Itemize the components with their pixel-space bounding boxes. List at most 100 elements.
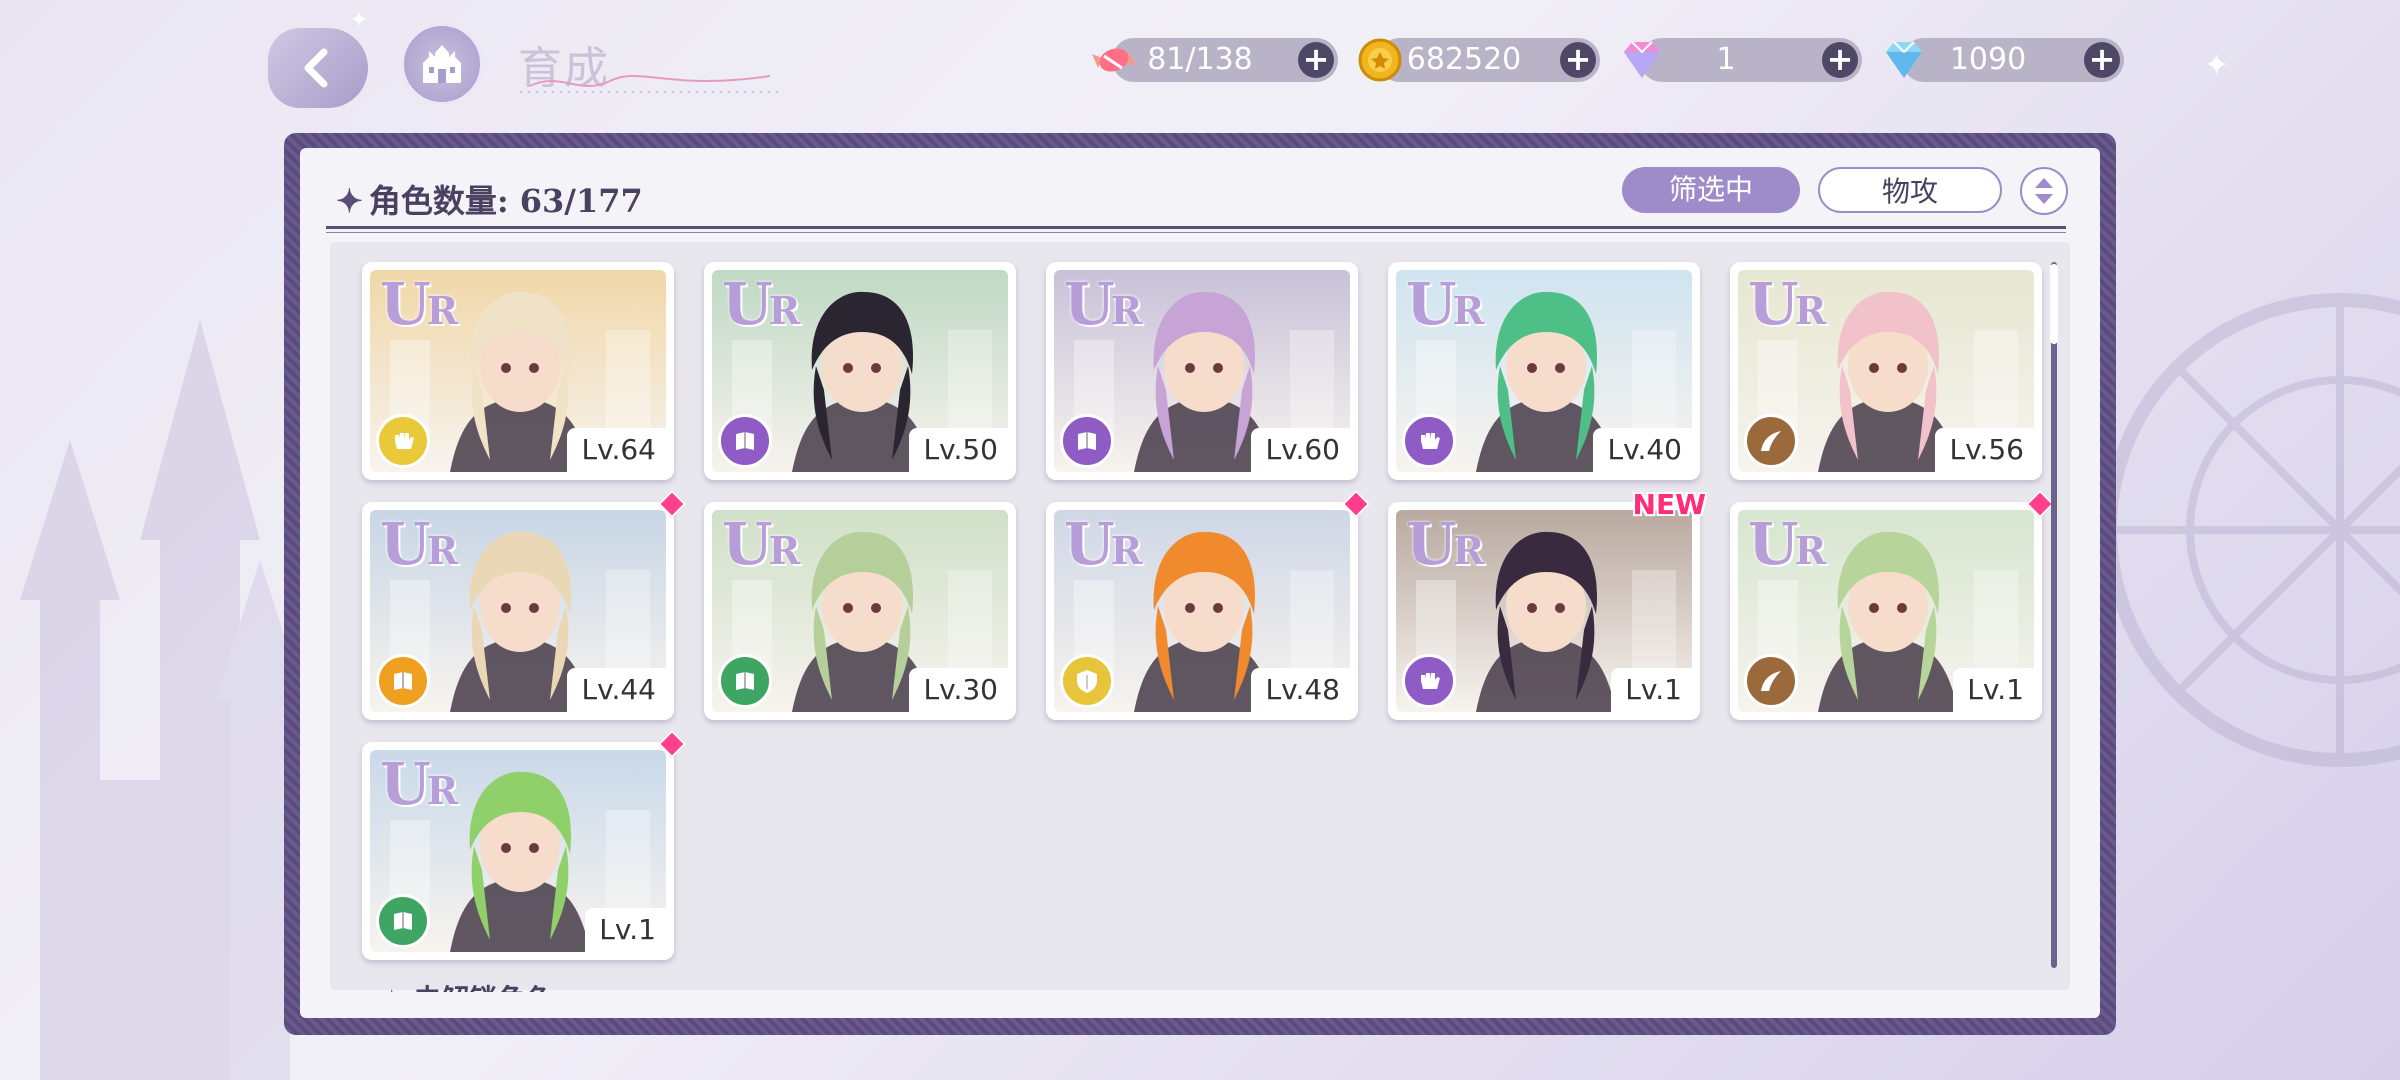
book-icon [736, 672, 754, 690]
add-gold-button[interactable]: + [1560, 42, 1596, 78]
character-level: Lv.1 [585, 908, 666, 952]
add-blue-diamond-button[interactable]: + [2084, 42, 2120, 78]
rarity-badge: UR [1064, 510, 1142, 578]
book-icon [736, 432, 754, 450]
castle-silhouette [20, 320, 305, 1080]
castle-icon [423, 45, 461, 83]
candy-resource: 81/138 + [1092, 38, 1338, 82]
class-type-badge [718, 414, 772, 468]
back-button[interactable] [268, 28, 368, 108]
horn-icon [1761, 671, 1781, 691]
sort-arrows-icon [2035, 178, 2053, 204]
class-type-badge [376, 894, 430, 948]
sparkle-icon: ✦ [2204, 48, 2230, 83]
class-type-badge [1060, 654, 1114, 708]
header-divider [326, 226, 2066, 229]
character-level: Lv.44 [567, 668, 666, 712]
new-badge: NEW [1632, 488, 1706, 521]
character-level: Lv.1 [1611, 668, 1692, 712]
rarity-badge: UR [380, 750, 458, 818]
character-level: Lv.48 [1251, 668, 1350, 712]
fist-icon [1421, 673, 1440, 689]
rarity-text: UR [722, 270, 800, 338]
star-icon: ✦ [336, 182, 363, 220]
attack-type-filter[interactable]: 物攻 [1818, 167, 2002, 213]
rarity-badge: UR [1064, 270, 1142, 338]
character-level: Lv.30 [909, 668, 1008, 712]
rarity-text: UR [380, 270, 458, 338]
character-level: Lv.40 [1593, 428, 1692, 472]
rarity-text: UR [1064, 510, 1142, 578]
rarity-badge: UR [1748, 510, 1826, 578]
rarity-badge: UR [380, 510, 458, 578]
rarity-badge: UR [380, 270, 458, 338]
horn-icon [1761, 431, 1781, 451]
pink-gem-value: 1 [1716, 42, 1736, 77]
locked-section-label: 未解锁角色 [413, 983, 553, 992]
locked-section-heading: ✦ 未解锁角色 [380, 978, 553, 992]
rarity-text: UR [722, 510, 800, 578]
character-card[interactable]: UR Lv.40 [1388, 262, 1700, 480]
star-icon: ✦ [380, 983, 413, 992]
character-level: Lv.50 [909, 428, 1008, 472]
class-type-badge [1744, 414, 1798, 468]
rarity-text: UR [380, 510, 458, 578]
character-card[interactable]: UR Lv.64 [362, 262, 674, 480]
rarity-text: UR [380, 750, 458, 818]
class-type-badge [1060, 414, 1114, 468]
rarity-text: UR [1406, 510, 1484, 578]
book-icon [1078, 432, 1096, 450]
sort-order-button[interactable] [2020, 167, 2068, 215]
class-type-badge [1744, 654, 1798, 708]
blue-diamond-resource: 1090 + [1886, 38, 2124, 82]
book-icon [394, 912, 412, 930]
rarity-text: UR [1748, 270, 1826, 338]
rarity-badge: UR [1406, 270, 1484, 338]
class-type-badge [376, 654, 430, 708]
scrollbar-thumb[interactable] [2050, 264, 2058, 344]
character-card[interactable]: UR Lv.60 [1046, 262, 1358, 480]
character-card[interactable]: UR Lv.56 [1730, 262, 2042, 480]
rarity-text: UR [1064, 270, 1142, 338]
book-icon [394, 672, 412, 690]
gold-resource: 682520 + [1358, 38, 1600, 82]
rarity-badge: UR [1406, 510, 1484, 578]
class-type-badge [1402, 654, 1456, 708]
back-arrow-icon [304, 48, 328, 88]
class-type-badge [376, 414, 430, 468]
scrollbar-track[interactable] [2051, 262, 2057, 968]
pink-gem-resource: 1 + [1624, 38, 1862, 82]
rarity-text: UR [1406, 270, 1484, 338]
character-level: Lv.1 [1953, 668, 2034, 712]
rarity-text: UR [1748, 510, 1826, 578]
blue-diamond-value: 1090 [1949, 42, 2027, 77]
sparkle-icon: ✦ [350, 8, 369, 33]
character-card[interactable]: UR Lv.48 [1046, 489, 1371, 720]
character-card[interactable]: UR Lv.30 [704, 502, 1016, 720]
character-level: Lv.64 [567, 428, 666, 472]
character-card[interactable]: UR Lv.50 [704, 262, 1016, 480]
rarity-badge: UR [722, 270, 800, 338]
add-candy-button[interactable]: + [1298, 42, 1334, 78]
shield-icon [1077, 670, 1097, 693]
character-card[interactable]: UR Lv.1 NEW [1388, 488, 1706, 720]
fist-icon [395, 433, 414, 449]
character-card[interactable]: UR Lv.44 [362, 489, 687, 720]
character-card[interactable]: UR Lv.1 [362, 729, 687, 960]
character-level: Lv.56 [1935, 428, 2034, 472]
gold-value: 682520 [1406, 42, 1522, 77]
character-count-text: 角色数量: 63/177 [368, 182, 643, 220]
rarity-badge: UR [1748, 270, 1826, 338]
character-level: Lv.60 [1251, 428, 1350, 472]
home-button[interactable] [400, 22, 484, 106]
add-pink-gem-button[interactable]: + [1822, 42, 1858, 78]
header-divider-thin [326, 232, 2066, 233]
fist-icon [1421, 433, 1440, 449]
class-type-badge [1402, 414, 1456, 468]
candy-value: 81/138 [1147, 42, 1253, 77]
title-decoration [520, 75, 780, 93]
rarity-badge: UR [722, 510, 800, 578]
filter-button[interactable]: 筛选中 [1622, 167, 1800, 213]
character-card[interactable]: UR Lv.1 [1730, 489, 2055, 720]
class-type-badge [718, 654, 772, 708]
